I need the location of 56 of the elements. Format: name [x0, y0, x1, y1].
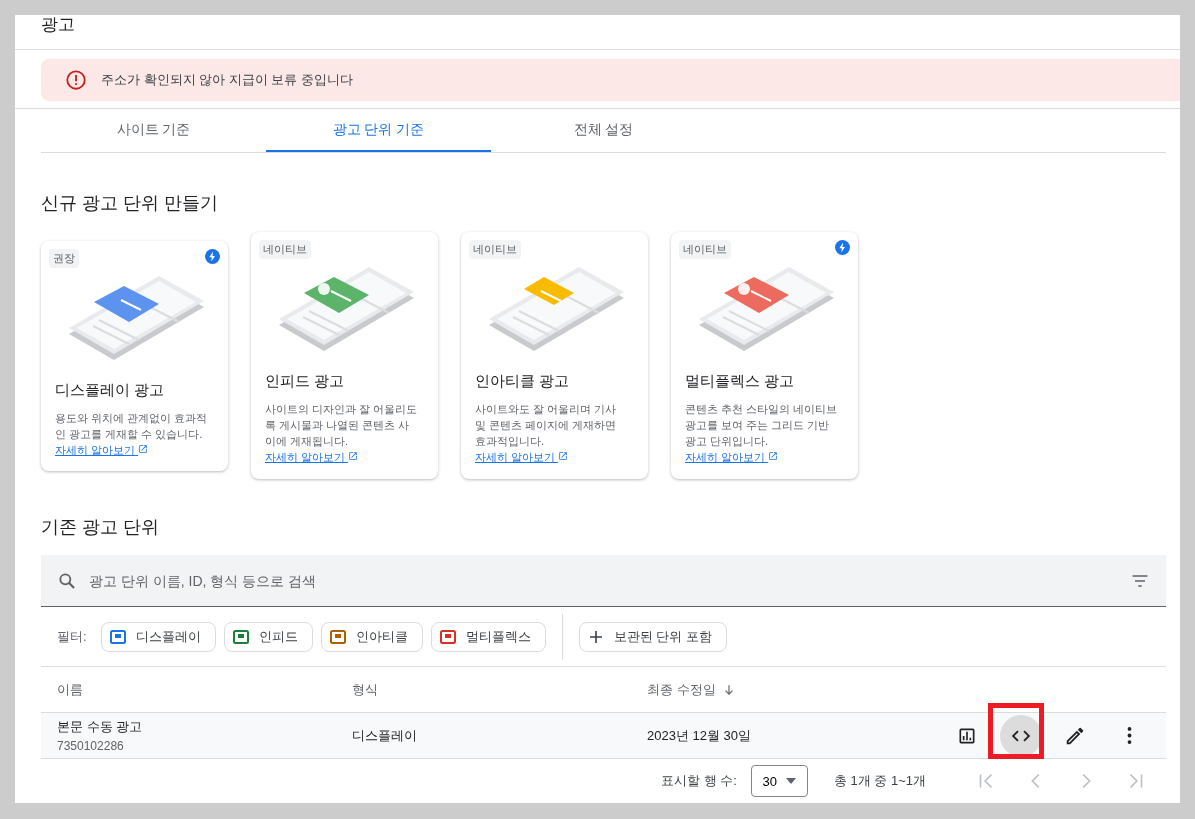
row-action-button[interactable]: [1000, 714, 1042, 757]
page-range: 총 1개 중 1~1개: [833, 772, 926, 790]
tab[interactable]: 광고 단위 기준: [266, 109, 491, 152]
ad-type-card[interactable]: 네이티브 멀티플렉스 광고 콘텐츠 추천 스타일의 네이티브 광고를 보여 주는 그리드 기반 광고 단위입니다. 자세히 알아보기: [671, 232, 858, 479]
card-description: 사이트의 디자인과 잘 어울리도록 게시물과 나열된 콘텐츠 사이에 게재됩니다. 자세히 알아보기: [265, 402, 419, 465]
learn-more-link[interactable]: 자세히 알아보기: [55, 443, 149, 456]
card-title: 멀티플렉스 광고: [685, 372, 796, 391]
ad-type-card[interactable]: 권장 디스플레이 광고 용도와 위치에 관계없이 효과적인 광고를 게재할 수 있습니다. 자세히 알아보기: [41, 240, 228, 471]
card-title: 디스플레이 광고: [55, 380, 166, 400]
card-description: 콘텐츠 추천 스타일의 네이티브 광고를 보여 주는 그리드 기반 광고 단위입니다. 자세히 알아보기: [685, 402, 839, 465]
filter-chip[interactable]: 인피드: [223, 621, 313, 652]
tab[interactable]: 전체 설정: [491, 109, 716, 152]
column-header[interactable]: 최종 수정일: [647, 680, 1166, 699]
card-description: 사이트와도 잘 어울리며 기사 및 콘텐츠 페이지에 게재하면 효과적입니다. 자세히 알아보기: [475, 402, 618, 465]
plus-icon: [587, 628, 604, 645]
card-badge: 네이티브: [259, 240, 311, 259]
highlight-frame: [988, 702, 1044, 759]
search-input[interactable]: 광고 단위 이름, ID, 형식 등으로 검색: [87, 571, 1120, 590]
tab[interactable]: 사이트 기준: [41, 109, 266, 152]
ad-type-card[interactable]: 네이티브 인피드 광고 사이트의 디자인과 잘 어울리도록 게시물과 나열된 콘텐츠 사이에 게재됩니다. 자세히 알아보기: [251, 232, 438, 479]
external-link-icon: [348, 451, 359, 461]
ad-type-card[interactable]: 네이티브 인아티클 광고 사이트와도 잘 어울리며 기사 및 콘텐츠 페이지에 게재하면 효과적입니다. 자세히 알아보기: [461, 232, 648, 479]
table-cell-text: 디스플레이: [352, 726, 418, 745]
error-icon: [65, 69, 87, 92]
card-badge: 네이티브: [469, 240, 521, 259]
external-link-icon: [558, 451, 569, 461]
learn-more-link[interactable]: 자세히 알아보기: [265, 451, 359, 463]
filter-label: 필터:: [57, 627, 87, 646]
external-link-icon: [138, 443, 149, 454]
card-title: 인아티클 광고: [475, 372, 571, 391]
filter-chip[interactable]: 디스플레이: [100, 621, 216, 652]
learn-more-link[interactable]: 자세히 알아보기: [475, 451, 569, 463]
page-title: 광고: [41, 15, 75, 35]
ad-unit-name: 본문 수동 광고: [57, 718, 144, 736]
filter-chip[interactable]: 인아티클: [320, 621, 423, 652]
section-heading: 신규 광고 단위 만들기: [41, 192, 219, 215]
card-badge: 권장: [49, 248, 79, 268]
rows-per-page-select[interactable]: 30: [750, 765, 808, 797]
learn-more-link[interactable]: 자세히 알아보기: [685, 451, 779, 463]
dropdown-caret-icon: [786, 778, 797, 784]
section-heading: 기존 광고 단위: [41, 516, 160, 539]
ad-unit-id: 7350102286: [57, 739, 125, 753]
column-header: 형식: [352, 680, 379, 699]
archive-chip[interactable]: 보관된 단위 포함: [578, 621, 727, 652]
filter-chip[interactable]: 멀티플렉스: [430, 621, 546, 652]
search-field[interactable]: 광고 단위 이름, ID, 형식 등으로 검색: [41, 555, 1166, 607]
card-description: 용도와 위치에 관계없이 효과적인 광고를 게재할 수 있습니다. 자세히 알아보기: [55, 410, 209, 458]
alert-text: 주소가 확인되지 않아 지급이 보류 중입니다: [101, 71, 354, 90]
column-header: 이름: [57, 680, 84, 699]
rows-per-page-label: 표시할 행 수:: [661, 772, 737, 790]
search-icon: [57, 570, 77, 591]
card-badge: 네이티브: [679, 240, 731, 259]
more-icon: [1126, 727, 1132, 744]
external-link-icon: [768, 451, 779, 461]
table-cell-text: 2023년 12월 30일: [647, 726, 753, 745]
card-title: 인피드 광고: [265, 372, 346, 391]
